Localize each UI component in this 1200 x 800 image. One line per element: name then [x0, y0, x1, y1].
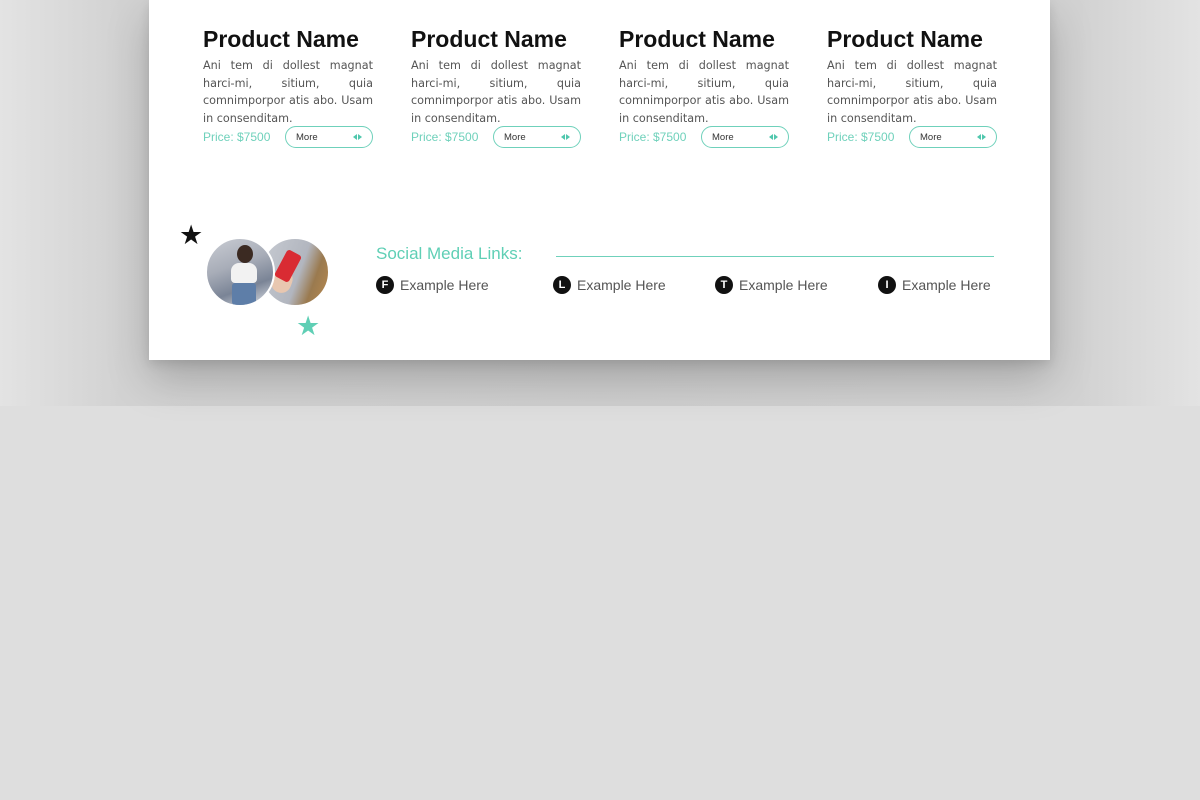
product-description: Ani tem di dollest magnat harci-mi, siti…: [827, 59, 997, 125]
product-card: Product Name Ani tem di dollest magnat h…: [619, 24, 789, 154]
arrows-left-right-icon: [561, 134, 570, 140]
price-row: Price: $7500 More: [203, 126, 373, 148]
facebook-icon: F: [376, 276, 394, 294]
more-button-label: More: [712, 131, 734, 143]
arrows-left-right-icon: [769, 134, 778, 140]
product-name: Product Name: [619, 26, 775, 52]
star-icon: ★: [179, 220, 204, 250]
product-description: Ani tem di dollest magnat harci-mi, siti…: [619, 59, 789, 125]
social-link-twitter[interactable]: T Example Here: [715, 276, 828, 294]
more-button[interactable]: More: [909, 126, 997, 148]
social-media-section: Social Media Links: F Example Here L Exa…: [376, 244, 996, 300]
arrows-left-right-icon: [353, 134, 362, 140]
social-title: Social Media Links:: [376, 244, 523, 263]
photo-group: ★ ★: [179, 222, 339, 342]
social-link-linkedin[interactable]: L Example Here: [553, 276, 666, 294]
more-button-label: More: [920, 131, 942, 143]
product-name: Product Name: [827, 26, 983, 52]
price-row: Price: $7500 More: [619, 126, 789, 148]
price-row: Price: $7500 More: [827, 126, 997, 148]
product-price: Price: $7500: [619, 130, 687, 144]
social-link-text: Example Here: [739, 277, 828, 293]
product-card: Product Name Ani tem di dollest magnat h…: [827, 24, 997, 154]
more-button[interactable]: More: [493, 126, 581, 148]
social-link-facebook[interactable]: F Example Here: [376, 276, 489, 294]
product-price: Price: $7500: [411, 130, 479, 144]
star-icon: ★: [296, 311, 321, 341]
product-description: Ani tem di dollest magnat harci-mi, siti…: [203, 59, 373, 125]
social-link-text: Example Here: [577, 277, 666, 293]
slide-page: Product Name Ani tem di dollest magnat h…: [149, 0, 1050, 360]
price-row: Price: $7500 More: [411, 126, 581, 148]
social-link-text: Example Here: [902, 277, 991, 293]
divider-line: [556, 256, 994, 257]
more-button[interactable]: More: [701, 126, 789, 148]
social-link-text: Example Here: [400, 277, 489, 293]
linkedin-icon: L: [553, 276, 571, 294]
social-link-instagram[interactable]: I Example Here: [878, 276, 991, 294]
arrows-left-right-icon: [977, 134, 986, 140]
social-links: F Example Here L Example Here T Example …: [376, 276, 996, 300]
portrait-photo: [205, 237, 275, 307]
product-price: Price: $7500: [827, 130, 895, 144]
product-name: Product Name: [411, 26, 567, 52]
product-card: Product Name Ani tem di dollest magnat h…: [411, 24, 581, 154]
twitter-icon: T: [715, 276, 733, 294]
product-name: Product Name: [203, 26, 359, 52]
instagram-icon: I: [878, 276, 896, 294]
product-list: Product Name Ani tem di dollest magnat h…: [203, 24, 997, 154]
product-card: Product Name Ani tem di dollest magnat h…: [203, 24, 373, 154]
more-button[interactable]: More: [285, 126, 373, 148]
more-button-label: More: [504, 131, 526, 143]
product-description: Ani tem di dollest magnat harci-mi, siti…: [411, 59, 581, 125]
more-button-label: More: [296, 131, 318, 143]
product-price: Price: $7500: [203, 130, 271, 144]
